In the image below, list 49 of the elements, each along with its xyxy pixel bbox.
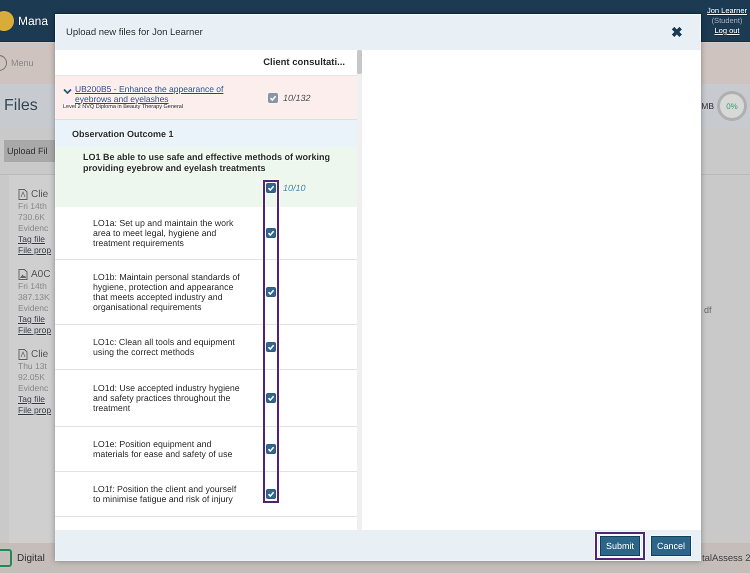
criterion-text: LO1e: Position equipment and materials for ease and safety of use [93,438,234,460]
file-name: Clie [31,349,48,360]
file-detail: Evidenc [18,223,50,233]
file-detail: 92.05K [18,372,46,382]
file-detail: Fri 14th [18,201,48,211]
footer-brand: Digital [17,552,45,564]
file-detail: Fri 14th [18,281,48,291]
dialog-title: Upload new files for Jon Learner [66,26,203,38]
file-detail: 387.13K [18,292,51,302]
file-name: Clie [31,189,48,200]
app-name: Mana [18,14,48,28]
chevron-down-icon[interactable] [63,88,72,96]
criterion-text: LO1c: Clean all tools and equipment using the correct methods [93,336,236,358]
file-name: df [704,305,712,315]
storage-unit: MB [701,101,714,111]
checkbox[interactable] [266,228,276,238]
checkbox[interactable] [268,92,278,102]
file-detail: Evidenc [18,303,50,313]
unit-link[interactable]: UB200B5 - Enhance the appearance of eyebrows and eyelashes [75,85,258,104]
document-icon [18,189,28,200]
document-icon [18,349,28,360]
upload-button[interactable]: Upload Fil [4,140,55,162]
criterion-text: LO1d: Use accepted industry hygiene and safety practices throughout the treatment [93,382,241,414]
logo-icon [0,11,14,31]
storage-gauge: 0% [717,91,747,121]
checkbox[interactable] [266,444,276,454]
dialog-button[interactable]: Submit [600,536,640,556]
dialog-button[interactable]: Cancel [650,536,691,556]
outcome-count: 10/10 [283,182,306,193]
checkbox[interactable] [266,489,276,499]
unit-count: 10/132 [283,92,311,102]
criterion-text: LO1a: Set up and maintain the work area to meet legal, hygiene and treatment requirements [93,218,234,248]
criterion-text: LO1f: Position the client and yourself to minimise fatigue and risk of injury [93,484,238,504]
checkbox[interactable] [266,287,276,297]
checkbox[interactable] [266,182,276,193]
section-heading: Observation Outcome 1 [72,128,174,138]
column-header: Client consultati... [263,57,345,68]
file-detail: Evidenc [18,383,50,393]
checkbox[interactable] [266,342,276,352]
footer-text: talAssess 2 [702,552,750,564]
page-title: Files [3,97,38,115]
scrollbar[interactable] [357,50,362,530]
checkbox[interactable] [266,393,276,403]
criterion-text: LO1b: Maintain personal standards of hygiene, protection and appearance that meets accepted industry and organisational requirements [93,272,241,312]
file-detail: 730.6K [18,212,46,222]
file-name: A0C [31,269,50,280]
image-file-icon [18,269,28,280]
file-detail: Thu 13t [18,361,48,371]
outcome-heading: LO1 Be able to use safe and effective methods of working providing eyebrow and eyelash treatments [83,152,332,174]
